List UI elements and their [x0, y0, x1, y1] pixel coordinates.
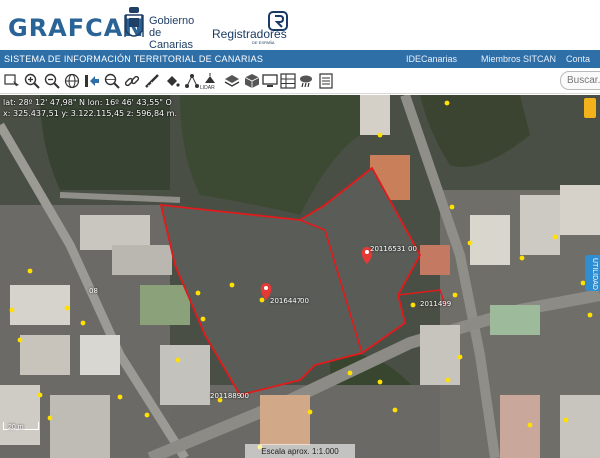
gobierno-text: Gobierno de Canarias: [149, 15, 204, 51]
network-icon[interactable]: [184, 73, 200, 89]
nav-link-contacto[interactable]: Conta: [566, 54, 590, 64]
link-icon[interactable]: [124, 73, 140, 89]
search-globe-icon[interactable]: [104, 73, 120, 89]
gobierno-logo[interactable]: Gobierno de Canarias: [124, 7, 204, 51]
side-tab-label: UTILIDAD: [591, 258, 598, 290]
fill-icon[interactable]: [164, 73, 180, 89]
coordinates-readout: lat: 28º 12' 47,98" N lon: 16º 46' 43,55…: [3, 97, 177, 119]
parcel-label: 2011889: [210, 392, 242, 400]
zoom-in-icon[interactable]: [24, 73, 40, 89]
exit-icon[interactable]: [84, 73, 100, 89]
parcel-label: 00: [408, 245, 417, 253]
header: GRAFCAN Gobierno de Canarias Registrador…: [0, 0, 600, 51]
parcel-label: 2016447: [270, 297, 302, 305]
coordinates-xyz: x: 325.437,51 y: 3.122.115,45 z: 596,84 …: [3, 109, 177, 118]
lidar-icon[interactable]: LIDAR: [200, 73, 218, 91]
nav-link-idecanarias[interactable]: IDECanarias: [406, 54, 457, 64]
list-icon[interactable]: [318, 73, 334, 89]
street-view-pegman-icon[interactable]: [584, 98, 596, 118]
gobierno-line2: de Canarias: [149, 27, 194, 51]
site-title: SISTEMA DE INFORMACIÓN TERRITORIAL DE CA…: [4, 54, 264, 64]
registradores-text: Registradores: [212, 27, 287, 41]
zoom-out-icon[interactable]: [44, 73, 60, 89]
map-view[interactable]: lat: 28º 12' 47,98" N lon: 16º 46' 43,55…: [0, 95, 600, 458]
monitor-icon[interactable]: [262, 73, 278, 89]
coat-of-arms-icon: [124, 7, 144, 37]
search-input[interactable]: [560, 71, 600, 90]
weather-icon[interactable]: [298, 73, 314, 89]
parcel-label: 20116531: [370, 245, 406, 253]
lidar-label: LIDAR: [200, 85, 215, 91]
cube-icon[interactable]: [244, 73, 260, 89]
registradores-logo[interactable]: Registradores DE ESPAÑA: [212, 11, 292, 45]
top-navbar: SISTEMA DE INFORMACIÓN TERRITORIAL DE CA…: [0, 50, 600, 68]
scale-bar-label: 20 m: [8, 424, 24, 431]
toolbar: LIDAR: [0, 68, 600, 94]
scale-indicator: Escala aprox. 1:1.000: [245, 444, 355, 458]
nav-link-miembros[interactable]: Miembros SITCAN: [481, 54, 556, 64]
parcel-label: 00: [240, 392, 249, 400]
registradores-subtext: DE ESPAÑA: [252, 40, 275, 45]
parcel-label: 2011499: [420, 300, 452, 308]
select-icon[interactable]: [4, 73, 20, 89]
globe-icon[interactable]: [64, 73, 80, 89]
parcel-label: 08: [89, 287, 98, 295]
coordinates-latlon: lat: 28º 12' 47,98" N lon: 16º 46' 43,55…: [3, 98, 172, 107]
side-panel-tab[interactable]: UTILIDAD: [585, 255, 600, 291]
aerial-imagery: [0, 95, 600, 458]
measure-icon[interactable]: [144, 73, 160, 89]
layers-icon[interactable]: [224, 73, 240, 89]
grid-icon[interactable]: [280, 73, 296, 89]
parcel-label: 00: [300, 297, 309, 305]
gobierno-line1: Gobierno: [149, 15, 195, 27]
